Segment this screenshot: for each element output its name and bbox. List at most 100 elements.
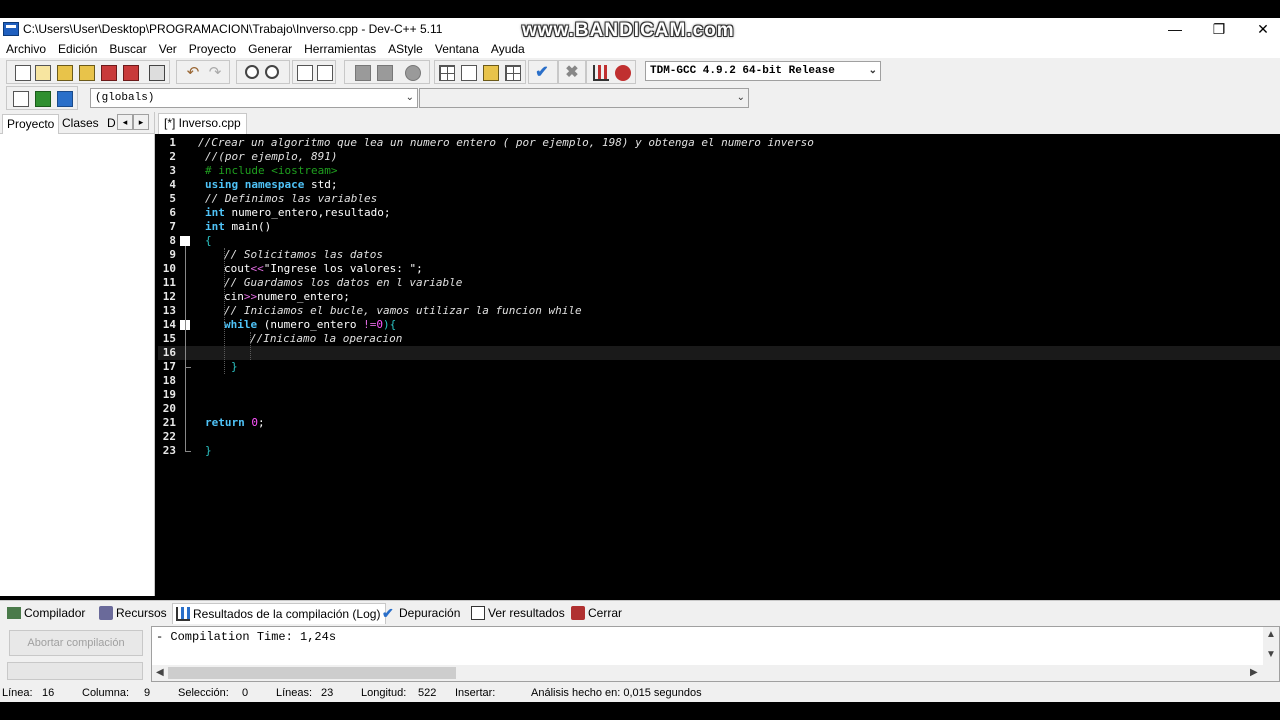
chevron-down-icon: ⌄ (868, 65, 877, 76)
code-line: // Definimos las variables (158, 192, 1280, 206)
search-toolbar-group (236, 60, 290, 84)
fold-marker-icon[interactable] (180, 236, 190, 246)
goto-next-icon[interactable] (377, 65, 393, 81)
code-keyword: return (205, 416, 245, 429)
line-number: 11 (162, 276, 176, 289)
toggle-bookmark-icon[interactable] (405, 65, 421, 81)
goto-previous-icon[interactable] (355, 65, 371, 81)
tabs-scroll-left-icon[interactable]: ◂ (117, 114, 133, 130)
line-number: 23 (162, 444, 176, 457)
profile-chart-icon[interactable] (593, 65, 609, 81)
scope-select[interactable]: (globals) ⌄ (90, 88, 418, 108)
tab-ver-resultados[interactable]: Ver resultados (468, 603, 565, 624)
status-seleccion-label: Selección: (178, 687, 229, 699)
line-number: 13 (162, 304, 176, 317)
tab-resultados-log[interactable]: Resultados de la compilación (Log) (172, 603, 387, 624)
code-line: } (158, 444, 1280, 458)
scroll-up-icon[interactable]: ▲ (1266, 629, 1276, 640)
current-code-line (158, 346, 1280, 360)
menu-herramientas[interactable]: Herramientas (304, 42, 376, 56)
bookmark-icon[interactable] (57, 91, 73, 107)
code-text: std; (304, 178, 338, 191)
save-icon[interactable] (57, 65, 73, 81)
code-text: main() (224, 220, 272, 233)
scrollbar-thumb[interactable] (168, 667, 456, 679)
line-number: 14 (162, 318, 176, 331)
code-line: cin>>numero_entero; (158, 290, 1280, 304)
stop-execution-icon[interactable]: ✖ (564, 65, 580, 81)
new-project-icon[interactable] (439, 65, 455, 81)
code-editor[interactable]: //Crear un algoritmo que lea un numero e… (158, 135, 1280, 595)
menu-ayuda[interactable]: Ayuda (491, 42, 525, 56)
code-line: //Crear un algoritmo que lea un numero e… (158, 136, 1280, 150)
menu-ver[interactable]: Ver (159, 42, 177, 56)
status-lineas-value: 23 (321, 687, 334, 699)
tab-recursos-label: Recursos (116, 606, 167, 620)
debug-bug-icon[interactable] (615, 65, 631, 81)
code-line: // Solicitamos las datos (158, 248, 1280, 262)
undo-icon[interactable]: ↶ (185, 65, 201, 81)
insert-icon[interactable] (13, 91, 29, 107)
redo-icon[interactable]: ↷ (207, 65, 223, 81)
scroll-down-icon[interactable]: ▼ (1266, 649, 1276, 660)
member-select[interactable]: ⌄ (419, 88, 749, 108)
indent-icon[interactable] (297, 65, 313, 81)
tile-windows-icon[interactable] (505, 65, 521, 81)
undo-toolbar-group: ↶ ↷ (176, 60, 230, 84)
syntax-check-icon[interactable]: ✔ (534, 65, 550, 81)
new-file-icon[interactable] (15, 65, 31, 81)
file-toolbar-group (6, 60, 170, 84)
tab-inverso-cpp[interactable]: [*] Inverso.cpp (158, 113, 247, 134)
tab-compilador[interactable]: Compilador (4, 603, 85, 624)
indent-toolbar-group (292, 60, 336, 84)
menu-edicion[interactable]: Edición (58, 42, 97, 56)
open-file-icon[interactable] (35, 65, 51, 81)
replace-icon[interactable] (265, 65, 279, 79)
tab-recursos[interactable]: Recursos (96, 603, 167, 624)
code-keyword: using namespace (205, 178, 305, 191)
tab-proyecto[interactable]: Proyecto (2, 114, 60, 134)
menu-generar[interactable]: Generar (248, 42, 292, 56)
code-line: # include <iostream> (158, 164, 1280, 178)
scroll-right-icon[interactable]: ▶ (1250, 667, 1258, 678)
log-vertical-scrollbar[interactable]: ▲ ▼ (1263, 627, 1279, 681)
chevron-down-icon: ⌄ (736, 92, 745, 103)
abort-compilation-button[interactable]: Abortar compilación (9, 630, 143, 656)
tab-depuracion[interactable]: ✔ Depuración (379, 603, 460, 624)
maximize-button[interactable]: ❐ (1196, 18, 1242, 40)
save-all-icon[interactable] (79, 65, 95, 81)
close-window-button[interactable]: ✕ (1240, 18, 1280, 40)
code-line: //(por ejemplo, 891) (158, 150, 1280, 164)
tab-cerrar[interactable]: Cerrar (568, 603, 622, 624)
menu-archivo[interactable]: Archivo (6, 42, 46, 56)
menu-buscar[interactable]: Buscar (109, 42, 146, 56)
bookmark-toolbar-group (344, 60, 430, 84)
menu-proyecto[interactable]: Proyecto (189, 42, 236, 56)
menu-ventana[interactable]: Ventana (435, 42, 479, 56)
left-panel-tabs: Proyecto Clases D ◂ ▸ (0, 112, 154, 134)
line-number: 1 (169, 136, 176, 149)
log-horizontal-scrollbar[interactable]: ◀ ▶ (152, 665, 1264, 681)
tabs-scroll-right-icon[interactable]: ▸ (133, 114, 149, 130)
resources-icon (99, 606, 113, 620)
print-icon[interactable] (149, 65, 165, 81)
code-operator: != (363, 318, 377, 331)
code-number: 0 (251, 416, 258, 429)
minimize-button[interactable]: — (1152, 18, 1198, 40)
close-all-icon[interactable] (123, 65, 139, 81)
menu-astyle[interactable]: AStyle (388, 42, 423, 56)
goto-icon[interactable] (35, 91, 51, 107)
find-icon[interactable] (245, 65, 259, 79)
tab-clases[interactable]: Clases (58, 114, 103, 134)
main-toolbar: ↶ ↷ ✔ ✖ TDM-GCC 4.9.2 64-bit Release ⌄ (0, 58, 1280, 84)
close-file-icon[interactable] (101, 65, 117, 81)
code-text: (numero_entero (257, 318, 364, 331)
class-browser-icon[interactable] (483, 65, 499, 81)
scroll-left-icon[interactable]: ◀ (156, 667, 164, 678)
unindent-icon[interactable] (317, 65, 333, 81)
compiler-select[interactable]: TDM-GCC 4.9.2 64-bit Release ⌄ (645, 61, 881, 81)
code-text: ; (258, 416, 265, 429)
compile-log-output[interactable]: - Compilation Time: 1,24s ◀ ▶ ▲ ▼ (151, 626, 1280, 682)
check-toolbar-group: ✔ (528, 60, 558, 84)
project-options-icon[interactable] (461, 65, 477, 81)
